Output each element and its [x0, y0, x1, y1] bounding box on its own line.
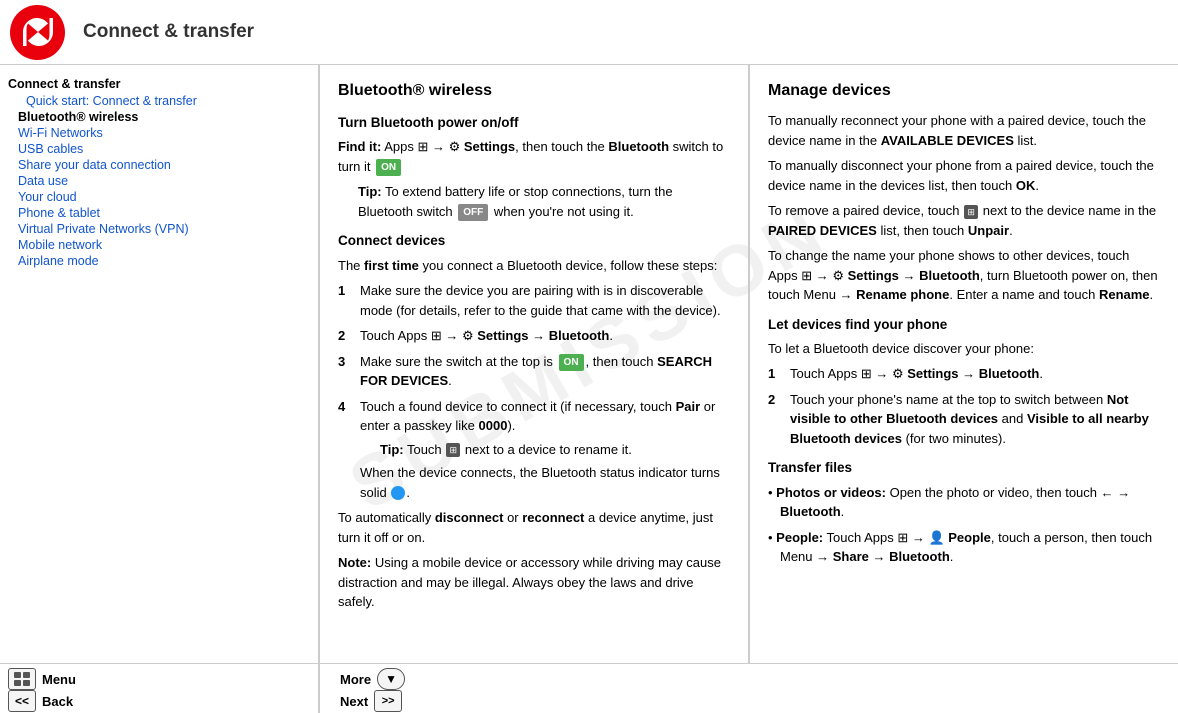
step-2: 2 Touch Apps ⊞ → ⚙ Settings → Bluetooth.	[338, 326, 730, 346]
subsection-connect: Connect devices	[338, 231, 730, 251]
let-devices-intro: To let a Bluetooth device discover your …	[768, 339, 1160, 359]
manage-text1: To manually reconnect your phone with a …	[768, 111, 1160, 150]
transfer-photos: Photos or videos: Open the photo or vide…	[768, 483, 1160, 522]
manage-icon: ⊞	[964, 205, 978, 219]
tip1: Tip: To extend battery life or stop conn…	[358, 182, 730, 221]
subsection-turn-bt: Turn Bluetooth power on/off	[338, 113, 730, 133]
header: Connect & transfer	[0, 0, 1178, 65]
sidebar-item-share-data[interactable]: Share your data connection	[8, 157, 318, 173]
main-layout: Connect & transfer Quick start: Connect …	[0, 65, 1178, 663]
transfer-title: Transfer files	[768, 458, 1160, 478]
more-button[interactable]: More ▼	[340, 668, 1178, 690]
connect-intro: The first time you connect a Bluetooth d…	[338, 256, 730, 276]
manage-text3: To remove a paired device, touch ⊞ next …	[768, 201, 1160, 240]
sidebar-item-bluetooth[interactable]: Bluetooth® wireless	[8, 109, 318, 125]
on-badge-step3: ON	[559, 354, 584, 371]
off-badge: OFF	[458, 204, 488, 221]
back-label: Back	[42, 694, 73, 709]
sidebar-item-vpn[interactable]: Virtual Private Networks (VPN)	[8, 221, 318, 237]
on-badge: ON	[376, 159, 401, 176]
find-it-label: Find it:	[338, 139, 381, 154]
find-it-text: Find it: Apps ⊞ → ⚙ Settings, then touch…	[338, 137, 730, 176]
rename-icon: ⊞	[446, 443, 460, 457]
menu-label: Menu	[42, 672, 76, 687]
sidebar-item-data-use[interactable]: Data use	[8, 173, 318, 189]
let-devices-title: Let devices find your phone	[768, 315, 1160, 335]
footer: Menu << Back More ▼ Next >>	[0, 663, 1178, 713]
footer-left: Menu << Back	[0, 664, 320, 713]
sidebar: Connect & transfer Quick start: Connect …	[0, 65, 320, 663]
note-text: Note: Using a mobile device or accessory…	[338, 553, 730, 612]
bt-solid-icon	[391, 486, 405, 500]
right-section-title: Manage devices	[768, 79, 1160, 103]
transfer-list: Photos or videos: Open the photo or vide…	[768, 483, 1160, 567]
middle-section-title: Bluetooth® wireless	[338, 79, 730, 103]
next-button[interactable]: Next >>	[340, 690, 1178, 712]
next-icon: >>	[374, 690, 402, 712]
auto-text: To automatically disconnect or reconnect…	[338, 508, 730, 547]
sidebar-item-mobile-network[interactable]: Mobile network	[8, 237, 318, 253]
manage-text2: To manually disconnect your phone from a…	[768, 156, 1160, 195]
sidebar-section-title: Connect & transfer	[8, 77, 318, 91]
manage-text4: To change the name your phone shows to o…	[768, 246, 1160, 305]
step-1: 1 Make sure the device you are pairing w…	[338, 281, 730, 320]
footer-right: More ▼ Next >>	[320, 664, 1178, 713]
sidebar-item-phone-tablet[interactable]: Phone & tablet	[8, 205, 318, 221]
step-4: 4 Touch a found device to connect it (if…	[338, 397, 730, 503]
step4-tip: Tip: Touch ⊞ next to a device to rename …	[380, 440, 730, 460]
sidebar-item-usb[interactable]: USB cables	[8, 141, 318, 157]
page-title: Connect & transfer	[83, 21, 254, 43]
middle-column: Bluetooth® wireless Turn Bluetooth power…	[320, 65, 750, 663]
next-label: Next	[340, 694, 368, 709]
menu-button[interactable]: Menu	[8, 668, 310, 690]
motorola-logo	[10, 5, 65, 60]
back-button[interactable]: << Back	[8, 690, 310, 712]
let-step-1: 1 Touch Apps ⊞ → ⚙ Settings → Bluetooth.	[768, 364, 1160, 384]
more-icon: ▼	[377, 668, 405, 690]
transfer-people: People: Touch Apps ⊞ → 👤 People, touch a…	[768, 528, 1160, 567]
step4-note: When the device connects, the Bluetooth …	[360, 463, 730, 502]
sidebar-item-quickstart[interactable]: Quick start: Connect & transfer	[8, 93, 318, 109]
step-3: 3 Make sure the switch at the top is ON,…	[338, 352, 730, 391]
sidebar-item-wifi[interactable]: Wi-Fi Networks	[8, 125, 318, 141]
right-column: Manage devices To manually reconnect you…	[750, 65, 1178, 663]
let-steps-list: 1 Touch Apps ⊞ → ⚙ Settings → Bluetooth.…	[768, 364, 1160, 448]
steps-list: 1 Make sure the device you are pairing w…	[338, 281, 730, 502]
more-label: More	[340, 672, 371, 687]
sidebar-item-your-cloud[interactable]: Your cloud	[8, 189, 318, 205]
back-icon: <<	[8, 690, 36, 712]
content-area: Bluetooth® wireless Turn Bluetooth power…	[320, 65, 1178, 663]
sidebar-item-airplane[interactable]: Airplane mode	[8, 253, 318, 269]
let-step-2: 2 Touch your phone's name at the top to …	[768, 390, 1160, 449]
menu-icon	[8, 668, 36, 690]
